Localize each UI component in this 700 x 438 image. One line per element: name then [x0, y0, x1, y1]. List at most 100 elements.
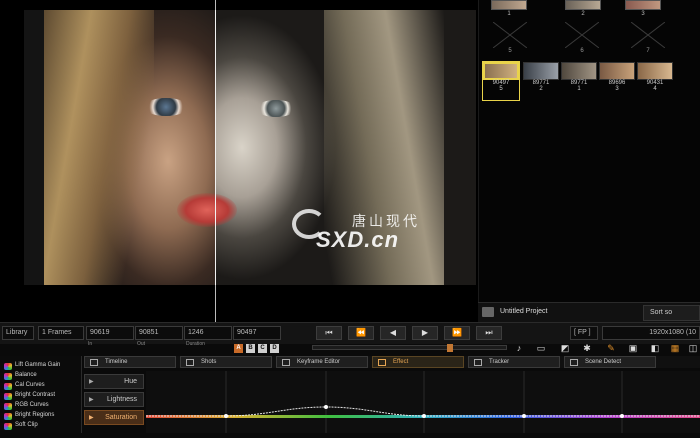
effect-label: RGB Curves: [15, 402, 49, 408]
mode-c-button[interactable]: C: [258, 344, 267, 353]
audio-icon[interactable]: ♪: [512, 343, 526, 355]
in-label: In: [88, 341, 93, 347]
effect-item[interactable]: Bright Regions: [4, 412, 54, 421]
step-back-button[interactable]: ◀: [380, 326, 406, 340]
empty-slot-6[interactable]: 6: [564, 21, 600, 54]
settings-icon[interactable]: ◫: [686, 343, 700, 355]
effect-label: Bright Contrast: [15, 392, 56, 398]
mode-d-button[interactable]: D: [270, 344, 279, 353]
curve-editor[interactable]: [146, 371, 700, 433]
channel-hue[interactable]: ▶ Hue: [84, 374, 144, 389]
wrench-icon[interactable]: ✎: [604, 343, 618, 355]
project-bar: Untitled Project Sort so: [478, 302, 700, 322]
still-thumbnail: [491, 0, 527, 10]
monitor-icon[interactable]: ▣: [626, 343, 640, 355]
position-timecode[interactable]: 90497: [233, 326, 281, 340]
tab-keyframe-editor[interactable]: Keyframe Editor: [276, 356, 368, 368]
control-point[interactable]: [522, 414, 526, 418]
effect-label: Lift Gamma Gain: [15, 362, 61, 368]
clip-image: [561, 62, 597, 80]
go-to-start-button[interactable]: ⏮: [316, 326, 342, 340]
watermark: 唐山现代 SXD.cn: [292, 205, 467, 255]
frames-dropdown[interactable]: 1 Frames: [38, 326, 84, 340]
tracker-icon: [474, 359, 482, 366]
slot-label: 7: [646, 48, 650, 54]
panel-tabs: Timeline Shots Keyframe Editor Effect Tr…: [84, 356, 700, 368]
subtitle-icon[interactable]: ▭: [534, 343, 548, 355]
fast-forward-button[interactable]: ⏩: [444, 326, 470, 340]
still-label: 1: [507, 11, 511, 17]
duration-timecode[interactable]: 1246: [184, 326, 232, 340]
mode-a-button[interactable]: A: [234, 344, 243, 353]
scrub-bar[interactable]: [312, 344, 507, 352]
empty-slot-7[interactable]: 7: [630, 21, 666, 54]
layout-icon[interactable]: ◧: [648, 343, 662, 355]
control-point[interactable]: [224, 414, 228, 418]
still-2[interactable]: 2: [565, 0, 601, 17]
still-1[interactable]: 1: [491, 0, 527, 17]
tab-shots[interactable]: Shots: [180, 356, 272, 368]
curve-graph[interactable]: [146, 371, 700, 433]
clip-image: [637, 62, 673, 80]
effect-icon: [4, 373, 12, 380]
transition-icon[interactable]: ◩: [558, 343, 572, 355]
clip-number: 1: [577, 86, 581, 92]
clip-thumbnail[interactable]: 90431 4: [637, 62, 673, 100]
effect-item[interactable]: Bright Contrast: [4, 392, 55, 401]
effect-item[interactable]: Lift Gamma Gain: [4, 362, 60, 371]
empty-slot-cross-icon: [564, 21, 600, 49]
in-timecode[interactable]: 90619: [86, 326, 134, 340]
expand-arrow-icon: ▶: [89, 415, 94, 421]
timeline-icon: [90, 359, 98, 366]
rewind-button[interactable]: ⏪: [348, 326, 374, 340]
effect-icon: [4, 363, 12, 370]
effect-icon: [4, 393, 12, 400]
channel-saturation[interactable]: ▶ Saturation: [84, 410, 144, 425]
go-to-end-button[interactable]: ⏭: [476, 326, 502, 340]
sort-button[interactable]: Sort so: [643, 305, 700, 321]
empty-slot-5[interactable]: 5: [492, 21, 528, 54]
color-icon[interactable]: ▦: [668, 343, 682, 355]
fps-dropdown[interactable]: [ FP ]: [570, 326, 598, 340]
tab-scene-detect[interactable]: Scene Detect: [564, 356, 656, 368]
scrub-playhead[interactable]: [447, 344, 453, 352]
clip-thumbnail[interactable]: 89696 3: [599, 62, 635, 100]
expand-arrow-icon: ▶: [89, 397, 94, 403]
empty-slot-cross-icon: [630, 21, 666, 49]
effect-item[interactable]: Balance: [4, 372, 37, 381]
tab-effect[interactable]: Effect: [372, 356, 464, 368]
still-3[interactable]: 3: [625, 0, 661, 17]
clip-number: 5: [499, 86, 503, 92]
play-button[interactable]: ▶: [412, 326, 438, 340]
hair-left: [44, 10, 154, 285]
tab-tracker[interactable]: Tracker: [468, 356, 560, 368]
split-wipe-line[interactable]: [215, 10, 216, 285]
control-point[interactable]: [620, 414, 624, 418]
tab-label: Keyframe Editor: [297, 359, 341, 365]
viewer[interactable]: 唐山现代 SXD.cn: [0, 0, 478, 322]
out-label: Out: [137, 341, 146, 347]
star-icon[interactable]: ✱: [580, 343, 594, 355]
channel-lightness[interactable]: ▶ Lightness: [84, 392, 144, 407]
resolution-dropdown[interactable]: 1920x1080 (10: [602, 326, 700, 340]
out-timecode[interactable]: 90851: [135, 326, 183, 340]
clip-number: 4: [653, 86, 657, 92]
effect-item[interactable]: RGB Curves: [4, 402, 49, 411]
curve-grid: [225, 371, 623, 433]
clip-thumbnail[interactable]: 89771 2: [523, 62, 559, 100]
clip-thumbnail[interactable]: 89771 1: [561, 62, 597, 100]
still-label: 3: [641, 11, 645, 17]
effect-item[interactable]: Cal Curves: [4, 382, 45, 391]
empty-slot-cross-icon: [492, 21, 528, 49]
effect-item[interactable]: Soft Clip: [4, 422, 38, 431]
clip-thumbnail[interactable]: 90497 5: [482, 61, 520, 101]
control-point[interactable]: [422, 414, 426, 418]
effect-label: Balance: [15, 372, 37, 378]
tab-timeline[interactable]: Timeline: [84, 356, 176, 368]
folder-icon[interactable]: [482, 307, 494, 317]
keyframe-icon: [282, 359, 290, 366]
library-dropdown[interactable]: Library: [2, 326, 34, 340]
effect-label: Cal Curves: [15, 382, 45, 388]
control-point[interactable]: [324, 405, 328, 409]
mode-b-button[interactable]: B: [246, 344, 255, 353]
